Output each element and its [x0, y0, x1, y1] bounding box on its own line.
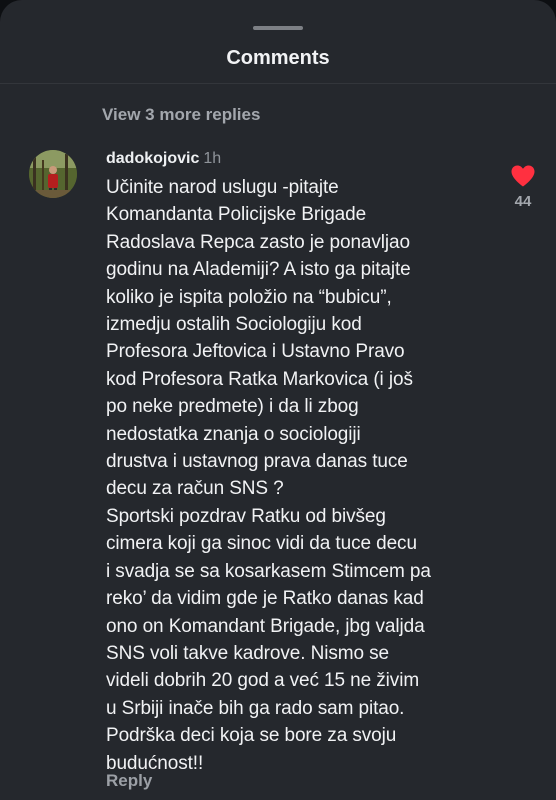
username[interactable]: dadokojovic — [106, 150, 199, 167]
view-more-replies-button[interactable]: View 3 more replies — [102, 104, 260, 126]
like-count: 44 — [514, 193, 532, 210]
comment-header: dadokojovic 1h — [106, 148, 221, 170]
sheet-title: Comments — [226, 47, 330, 69]
avatar[interactable] — [29, 150, 77, 198]
like-button[interactable] — [510, 164, 536, 188]
reply-button[interactable]: Reply — [106, 770, 152, 792]
comment-text: Učinite narod uslugu -pitajte Komandanta… — [106, 177, 431, 774]
comments-sheet: Comments View 3 more replies dadokojovic… — [0, 0, 556, 800]
header-divider — [0, 83, 556, 84]
heart-filled-icon — [511, 165, 535, 187]
avatar-photo — [29, 150, 77, 198]
drag-handle[interactable] — [253, 26, 303, 30]
timestamp: 1h — [203, 150, 222, 167]
